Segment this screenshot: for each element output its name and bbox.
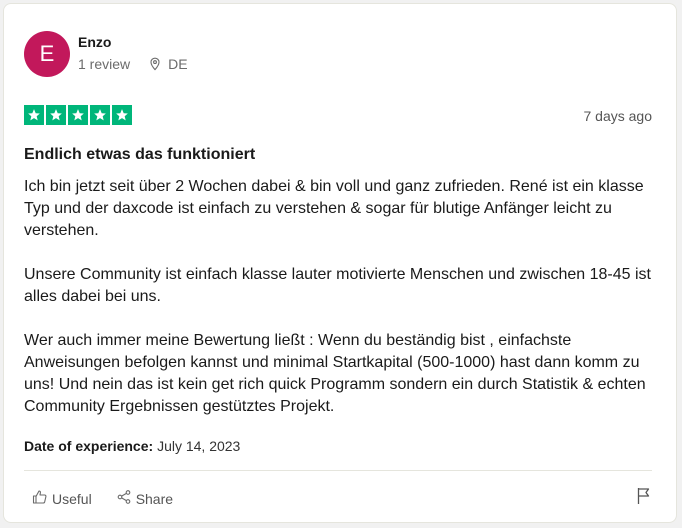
avatar[interactable]: E	[24, 31, 70, 77]
share-label: Share	[135, 490, 174, 507]
star-icon	[24, 105, 44, 125]
star-icon	[46, 105, 66, 125]
experience-label: Date of experience:	[24, 438, 154, 454]
review-body: Ich bin jetzt seit über 2 Wochen dabei &…	[24, 176, 654, 440]
share-button[interactable]: Share	[116, 489, 173, 508]
review-count: 1 review	[78, 56, 131, 72]
useful-button[interactable]: Useful	[32, 489, 92, 508]
reviewer-name[interactable]: Enzo	[78, 34, 188, 50]
star-rating	[24, 105, 134, 125]
experience-date: July 14, 2023	[157, 438, 241, 454]
review-actions: Useful Share	[32, 489, 197, 508]
useful-label: Useful	[52, 490, 92, 507]
review-title[interactable]: Endlich etwas das funktioniert	[24, 146, 255, 164]
thumbs-up-icon	[32, 489, 52, 508]
reviewer-info: Enzo 1 review DE	[78, 31, 188, 72]
star-icon	[68, 105, 88, 125]
review-paragraph: Wer auch immer meine Bewertung ließt : W…	[24, 332, 646, 415]
avatar-letter: E	[39, 41, 55, 66]
share-icon	[116, 489, 136, 508]
reviewer-meta: 1 review DE	[78, 56, 188, 72]
date-of-experience: Date of experience: July 14, 2023	[24, 438, 240, 454]
reviewer-header: E Enzo 1 review DE	[24, 31, 188, 77]
divider	[24, 470, 652, 471]
report-button[interactable]	[636, 487, 652, 510]
star-icon	[90, 105, 110, 125]
review-paragraph: Unsere Community ist einfach klasse laut…	[24, 266, 651, 305]
location-pin-icon	[148, 57, 162, 71]
reviewer-location: DE	[168, 56, 188, 72]
review-date: 7 days ago	[583, 108, 653, 124]
review-card: E Enzo 1 review DE 7 days ago Endlich et…	[3, 3, 677, 523]
star-icon	[112, 105, 132, 125]
flag-icon	[636, 488, 652, 509]
review-paragraph: Ich bin jetzt seit über 2 Wochen dabei &…	[24, 178, 644, 239]
